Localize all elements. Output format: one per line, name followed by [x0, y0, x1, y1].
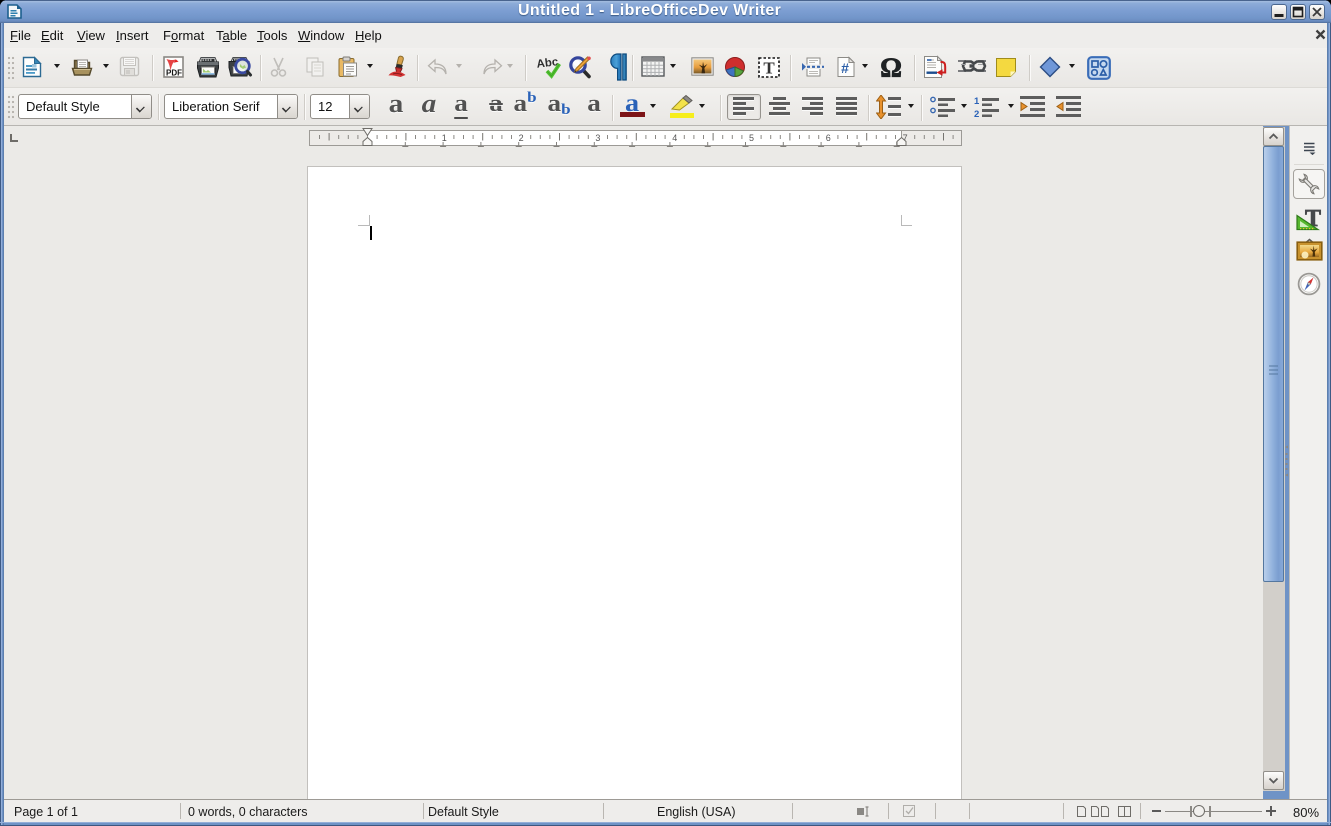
svg-text:5: 5: [749, 133, 754, 143]
svg-text:#: #: [841, 60, 849, 76]
svg-text:6: 6: [826, 133, 831, 143]
svg-text:2: 2: [519, 133, 524, 143]
svg-text:2: 2: [974, 109, 979, 118]
svg-text:1: 1: [974, 96, 980, 107]
svg-text:PDF: PDF: [166, 69, 182, 78]
svg-text:4: 4: [672, 133, 677, 143]
svg-text:Ω: Ω: [880, 55, 902, 80]
svg-text:T: T: [763, 59, 775, 78]
svg-text:1: 1: [442, 133, 447, 143]
svg-text:3: 3: [595, 133, 600, 143]
